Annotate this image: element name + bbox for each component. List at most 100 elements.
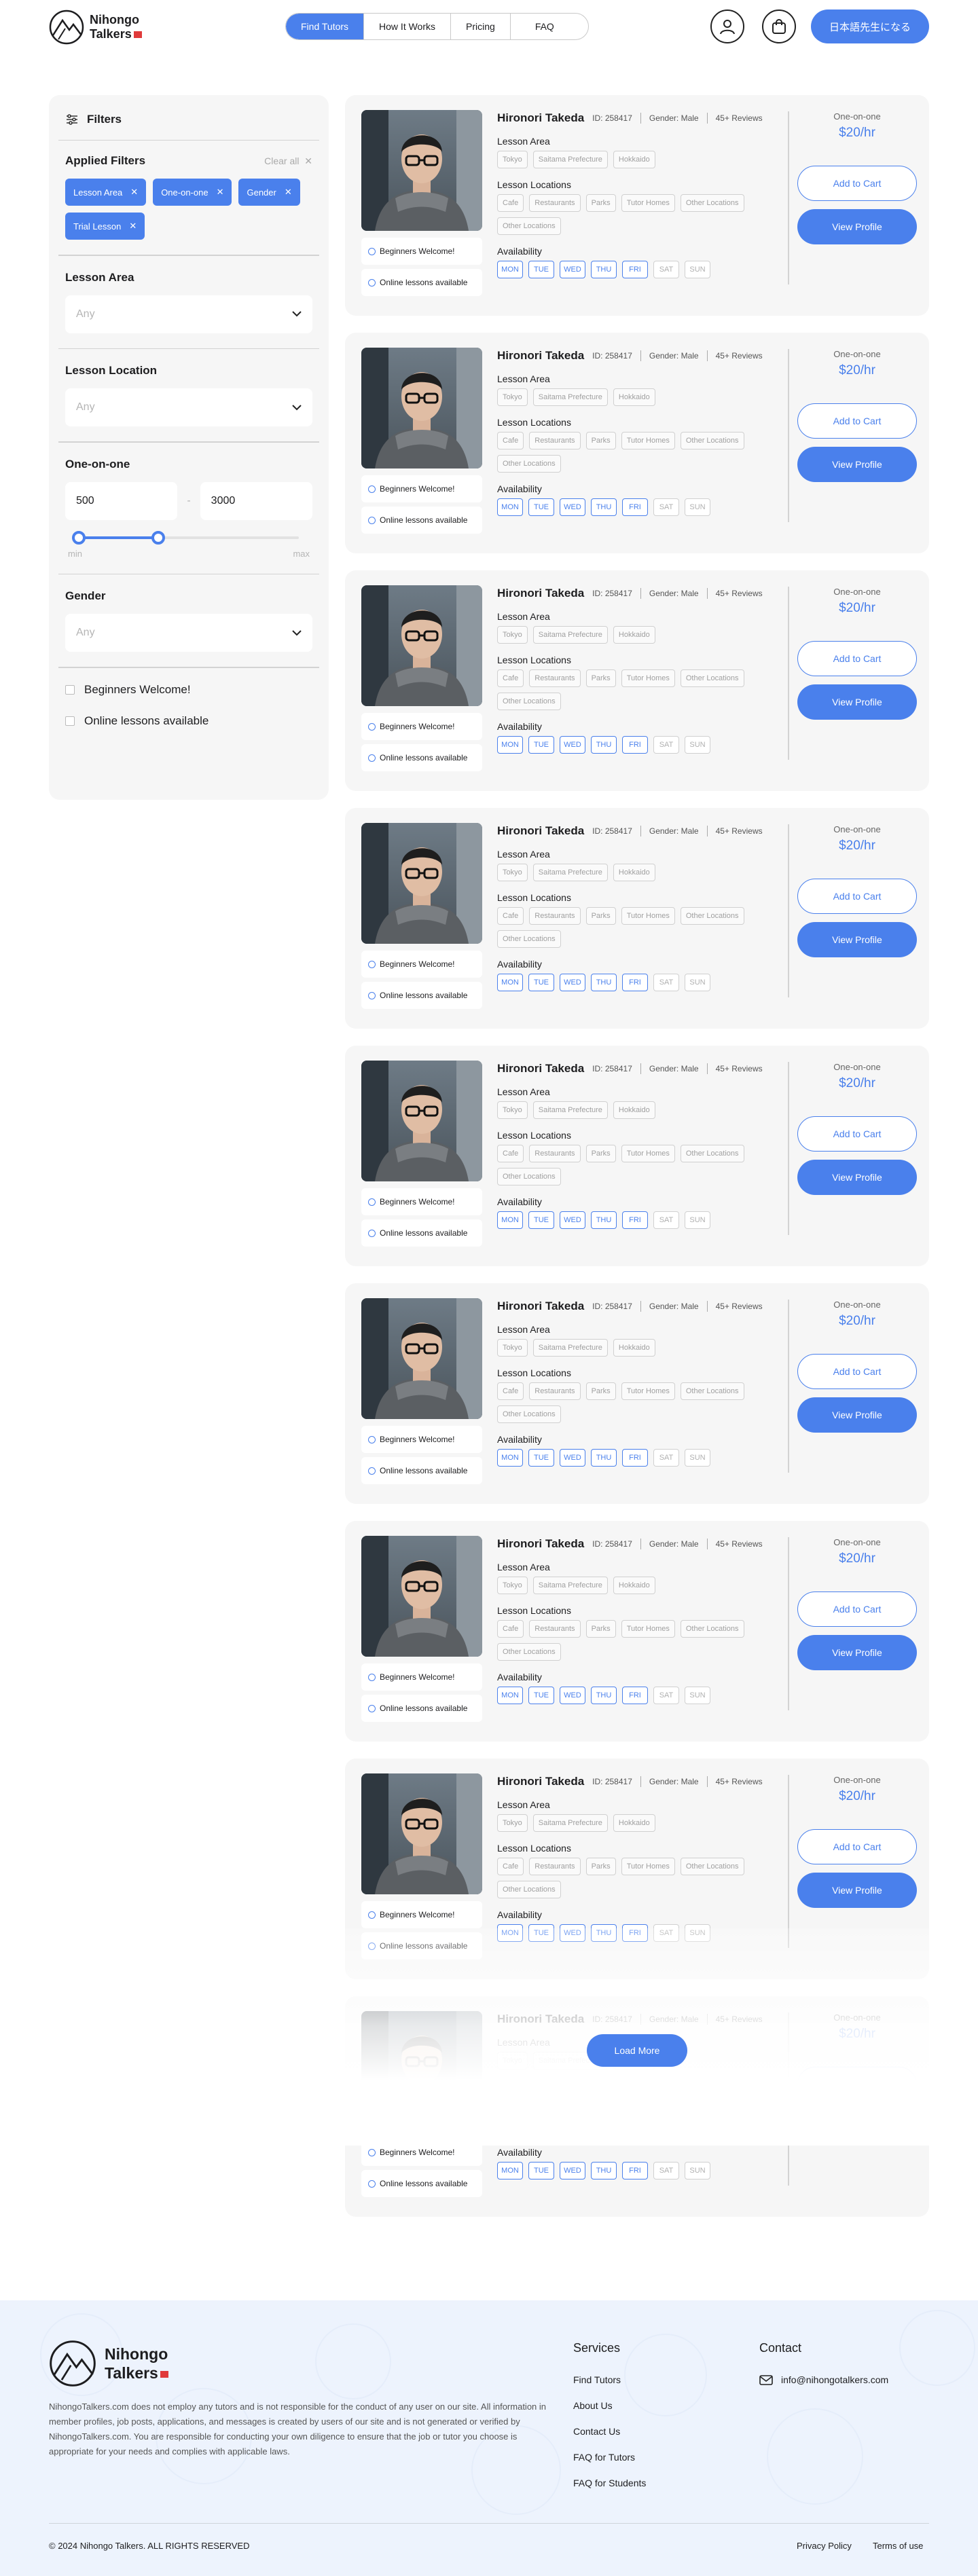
lesson-location-pills: Cafe RestaurantsParks Tutor Homes Other Loc… (497, 669, 782, 710)
add-to-cart-button[interactable]: Add to Cart (797, 879, 917, 914)
footer-link-find-tutors[interactable]: Find Tutors (573, 2374, 646, 2385)
add-to-cart-button[interactable]: Add to Cart (797, 403, 917, 439)
footer-logo[interactable]: Nihongo Talkers (49, 2340, 168, 2387)
view-profile-button[interactable]: View Profile (797, 1397, 917, 1433)
availability-heading: Availability (497, 483, 542, 494)
chip-trial-lesson[interactable]: Trial Lesson ✕ (65, 213, 145, 240)
japan-flag-icon (133, 31, 142, 39)
tutor-reviews[interactable]: 45+ Reviews (716, 1539, 763, 1549)
tutor-reviews[interactable]: 45+ Reviews (716, 826, 763, 836)
tutor-reviews[interactable]: 45+ Reviews (716, 589, 763, 598)
slider-min-handle[interactable] (72, 530, 86, 545)
close-icon[interactable]: ✕ (130, 187, 138, 198)
tutor-reviews[interactable]: 45+ Reviews (716, 113, 763, 123)
tutor-info: Hironori Takeda ID: 258417 Gender: Male … (497, 1537, 782, 1704)
footer-email[interactable]: info@nihongotalkers.com (759, 2374, 888, 2385)
tutor-photo[interactable] (361, 110, 482, 231)
tutor-name[interactable]: Hironori Takeda (497, 1775, 584, 1788)
add-to-cart-button[interactable]: Add to Cart (797, 1354, 917, 1389)
become-teacher-button[interactable]: 日本語先生になる (811, 10, 929, 43)
filters-panel: Filters Applied Filters Clear all ✕ Less… (49, 95, 329, 800)
close-icon[interactable]: ✕ (217, 187, 224, 198)
tutor-photo[interactable] (361, 823, 482, 944)
footer-link-about-us[interactable]: About Us (573, 2400, 646, 2411)
slider-max-handle[interactable] (151, 530, 165, 545)
location-pill: Parks (585, 1382, 616, 1400)
day-badge: WED (560, 498, 585, 516)
cart-icon[interactable] (762, 10, 796, 43)
tutor-card: Beginners Welcome! Online lessons availa… (345, 1521, 929, 1742)
tutor-name[interactable]: Hironori Takeda (497, 111, 584, 125)
price-max-input[interactable]: 3000 (200, 481, 313, 520)
clear-all-button[interactable]: Clear all ✕ (264, 155, 312, 167)
nav-find-tutors[interactable]: Find Tutors (286, 14, 365, 39)
view-profile-button[interactable]: View Profile (797, 1873, 917, 1908)
beginners-checkbox[interactable] (65, 684, 75, 695)
tutor-photo[interactable] (361, 585, 482, 706)
tutor-name[interactable]: Hironori Takeda (497, 1300, 584, 1313)
view-profile-button[interactable]: View Profile (797, 209, 917, 244)
footer-link-faq-tutors[interactable]: FAQ for Tutors (573, 2452, 646, 2463)
user-icon[interactable] (710, 10, 744, 43)
view-profile-button[interactable]: View Profile (797, 1160, 917, 1195)
footer-link-faq-students[interactable]: FAQ for Students (573, 2478, 646, 2488)
tutor-photo[interactable] (361, 348, 482, 468)
tutor-name[interactable]: Hironori Takeda (497, 1537, 584, 1551)
load-more-button[interactable]: Load More (587, 2034, 687, 2067)
tutor-name[interactable]: Hironori Takeda (497, 824, 584, 838)
view-profile-button[interactable]: View Profile (797, 684, 917, 720)
chip-lesson-area[interactable]: Lesson Area ✕ (65, 179, 147, 206)
nav-pricing[interactable]: Pricing (451, 14, 511, 39)
beginners-tag: Beginners Welcome! (361, 713, 482, 740)
chip-gender[interactable]: Gender ✕ (238, 179, 300, 206)
add-to-cart-button[interactable]: Add to Cart (797, 166, 917, 201)
price-min-input[interactable]: 500 (65, 481, 178, 520)
logo[interactable]: Nihongo Talkers (49, 10, 142, 45)
close-icon[interactable]: ✕ (129, 221, 137, 232)
day-badge: THU (591, 2162, 617, 2179)
lesson-area-select[interactable]: Any (65, 295, 312, 333)
add-to-cart-button[interactable]: Add to Cart (797, 641, 917, 676)
location-pill: Other Locations (680, 1145, 744, 1162)
online-checkbox[interactable] (65, 716, 75, 726)
lesson-locations-heading: Lesson Locations (497, 1130, 571, 1141)
day-badge: FRI (622, 1211, 648, 1229)
add-to-cart-button[interactable]: Add to Cart (797, 1116, 917, 1152)
chip-one-on-one[interactable]: One-on-one ✕ (153, 179, 232, 206)
add-to-cart-button[interactable]: Add to Cart (797, 1829, 917, 1864)
tutor-reviews[interactable]: 45+ Reviews (716, 351, 763, 361)
lesson-location-select[interactable]: Any (65, 388, 312, 426)
tutor-reviews[interactable]: 45+ Reviews (716, 1777, 763, 1786)
view-profile-button[interactable]: View Profile (797, 922, 917, 957)
tutor-photo[interactable] (361, 1061, 482, 1181)
tutor-reviews[interactable]: 45+ Reviews (716, 1064, 763, 1073)
price-slider[interactable] (72, 530, 299, 545)
privacy-policy-link[interactable]: Privacy Policy (797, 2541, 852, 2551)
tutor-photo[interactable] (361, 1773, 482, 1894)
price-label: One-on-one (833, 111, 881, 122)
nav-faq[interactable]: FAQ (511, 14, 588, 39)
card-divider (788, 1300, 789, 1473)
tutor-photo[interactable] (361, 1298, 482, 1419)
tutor-photo[interactable] (361, 1536, 482, 1657)
separator (640, 1301, 641, 1312)
gender-select[interactable]: Any (65, 614, 312, 652)
online-checkbox-row[interactable]: Online lessons available (58, 714, 319, 728)
tutor-name[interactable]: Hironori Takeda (497, 587, 584, 600)
nav-how-it-works[interactable]: How It Works (364, 14, 452, 39)
lesson-location-pills: Cafe RestaurantsParks Tutor Homes Other Loc… (497, 1858, 782, 1898)
close-icon[interactable]: ✕ (285, 187, 292, 198)
tutor-name[interactable]: Hironori Takeda (497, 349, 584, 363)
check-circle-icon (368, 1911, 376, 1919)
view-profile-button[interactable]: View Profile (797, 447, 917, 482)
logo-line2: Talkers (90, 27, 132, 41)
view-profile-button[interactable]: View Profile (797, 1635, 917, 1670)
tutor-reviews[interactable]: 45+ Reviews (716, 1302, 763, 1311)
add-to-cart-button[interactable]: Add to Cart (797, 1591, 917, 1627)
beginners-checkbox-row[interactable]: Beginners Welcome! (58, 683, 319, 697)
tutor-info: Hironori Takeda ID: 258417 Gender: Male … (497, 1062, 782, 1229)
terms-link[interactable]: Terms of use (873, 2541, 923, 2551)
footer-link-contact-us[interactable]: Contact Us (573, 2426, 646, 2437)
tutor-name[interactable]: Hironori Takeda (497, 1062, 584, 1075)
price-box: One-on-one $20/hr (797, 824, 917, 853)
